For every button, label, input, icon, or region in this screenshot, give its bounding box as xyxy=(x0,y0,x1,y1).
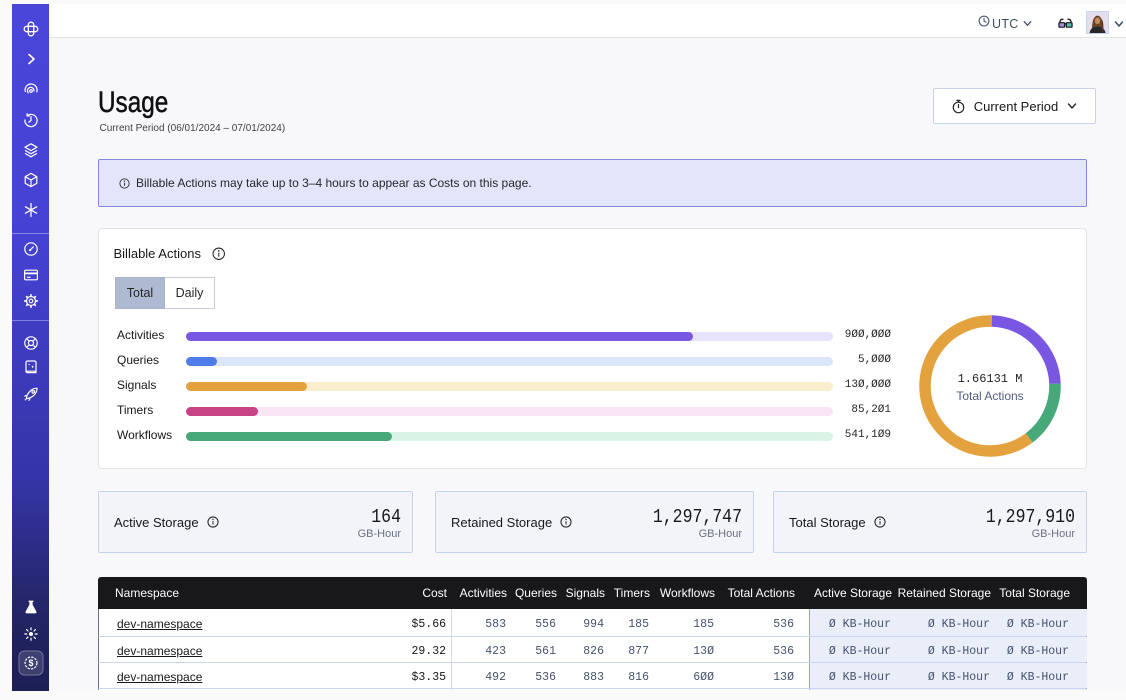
svg-text:$: $ xyxy=(28,658,33,668)
